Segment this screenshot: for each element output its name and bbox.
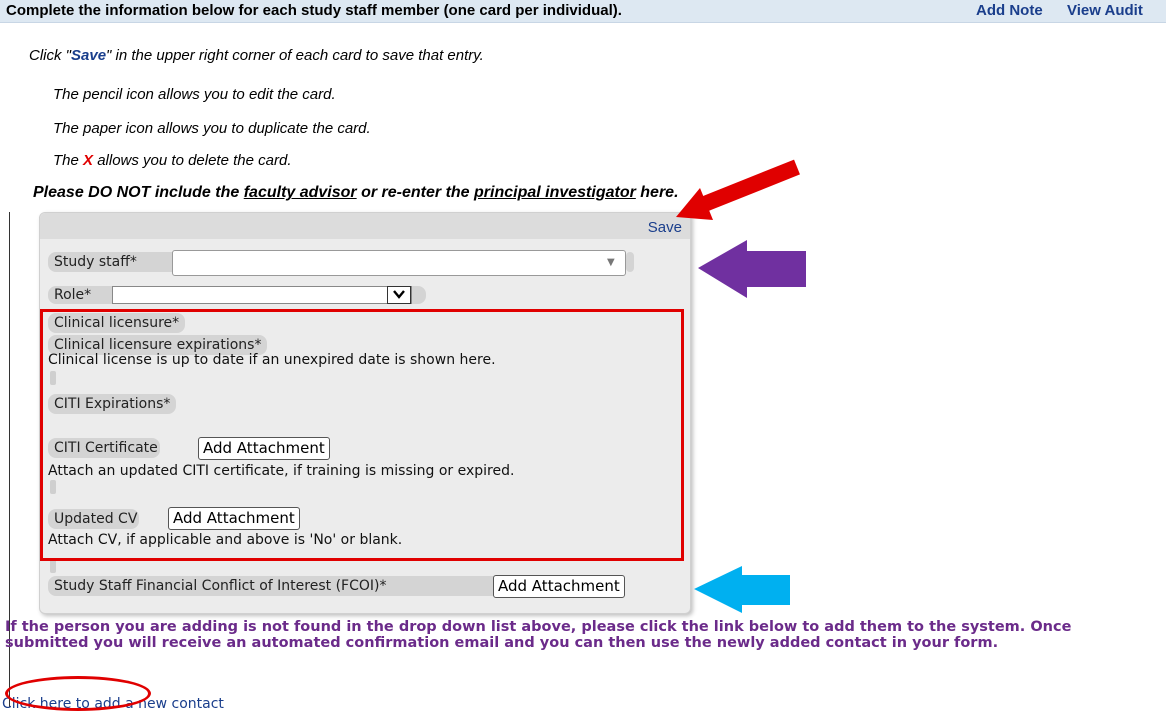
blue-arrow-icon [694,566,790,613]
purple-arrow-icon [698,240,806,298]
red-arrow-icon [676,159,800,220]
annotation-overlay [676,159,806,613]
